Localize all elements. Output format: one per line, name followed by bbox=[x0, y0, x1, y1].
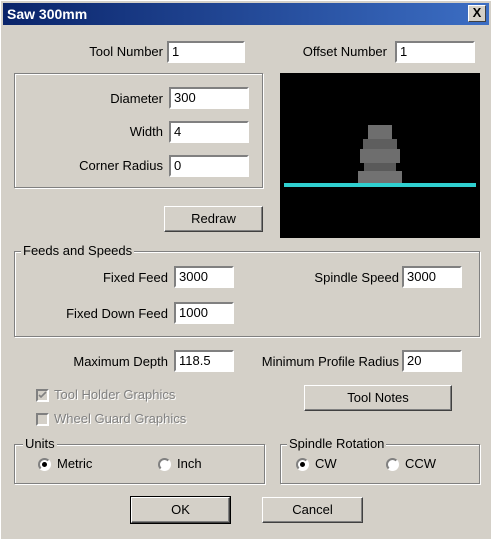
tool-holder-graphics-label: Tool Holder Graphics bbox=[54, 387, 176, 402]
saw-blade-graphic bbox=[284, 125, 476, 187]
diameter-field[interactable]: 300 bbox=[169, 87, 249, 109]
redraw-button[interactable]: Redraw bbox=[164, 206, 263, 232]
holder-body bbox=[360, 149, 400, 163]
feeds-speeds-title: Feeds and Speeds bbox=[21, 243, 135, 258]
fixed-down-feed-field[interactable]: 1000 bbox=[174, 302, 234, 324]
close-button[interactable]: X bbox=[468, 5, 486, 22]
min-profile-radius-label: Minimum Profile Radius bbox=[261, 354, 399, 369]
cancel-button[interactable]: Cancel bbox=[262, 497, 363, 523]
ccw-radio[interactable] bbox=[386, 458, 399, 471]
max-depth-field[interactable]: 118.5 bbox=[174, 350, 234, 372]
close-icon: X bbox=[472, 5, 482, 20]
tool-holder-graphics-checkbox[interactable] bbox=[36, 389, 49, 402]
corner-radius-field[interactable]: 0 bbox=[169, 155, 249, 177]
ok-button[interactable]: OK bbox=[130, 496, 231, 524]
holder-collar bbox=[363, 139, 397, 149]
spindle-speed-label: Spindle Speed bbox=[314, 270, 399, 285]
metric-label: Metric bbox=[57, 456, 93, 471]
tool-number-label: Tool Number bbox=[89, 44, 163, 59]
fixed-down-feed-label: Fixed Down Feed bbox=[66, 306, 168, 321]
fixed-feed-field[interactable]: 3000 bbox=[174, 266, 234, 288]
holder-base bbox=[358, 171, 402, 183]
check-icon bbox=[38, 391, 47, 399]
title-bar[interactable]: Saw 300mm X bbox=[3, 3, 489, 25]
offset-number-label: Offset Number bbox=[302, 44, 387, 59]
cw-radio[interactable] bbox=[296, 458, 309, 471]
holder-lower bbox=[364, 163, 396, 171]
metric-radio[interactable] bbox=[38, 458, 51, 471]
diameter-label: Diameter bbox=[110, 91, 163, 106]
window-title: Saw 300mm bbox=[7, 6, 88, 22]
ccw-label: CCW bbox=[405, 456, 437, 471]
feeds-speeds-group bbox=[14, 251, 480, 337]
cw-label: CW bbox=[315, 456, 337, 471]
holder-top bbox=[368, 125, 392, 139]
corner-radius-label: Corner Radius bbox=[79, 158, 163, 173]
min-profile-radius-field[interactable]: 20 bbox=[402, 350, 462, 372]
tool-dialog: Saw 300mm X Tool Number 1 Offset Number … bbox=[0, 0, 492, 540]
inch-label: Inch bbox=[177, 456, 202, 471]
saw-blade bbox=[284, 183, 476, 187]
inch-radio[interactable] bbox=[158, 458, 171, 471]
spindle-speed-field[interactable]: 3000 bbox=[402, 266, 462, 288]
width-field[interactable]: 4 bbox=[169, 121, 249, 143]
selected-dot bbox=[300, 462, 305, 467]
max-depth-label: Maximum Depth bbox=[73, 354, 168, 369]
tool-number-field[interactable]: 1 bbox=[167, 41, 245, 63]
tool-notes-button[interactable]: Tool Notes bbox=[304, 385, 452, 411]
wheel-guard-graphics-label: Wheel Guard Graphics bbox=[54, 411, 187, 426]
tool-preview bbox=[280, 73, 480, 238]
fixed-feed-label: Fixed Feed bbox=[102, 270, 168, 285]
spindle-rotation-title: Spindle Rotation bbox=[287, 436, 387, 451]
selected-dot bbox=[42, 462, 47, 467]
wheel-guard-graphics-checkbox[interactable] bbox=[36, 413, 49, 426]
units-title: Units bbox=[23, 436, 57, 451]
offset-number-field[interactable]: 1 bbox=[395, 41, 475, 63]
width-label: Width bbox=[129, 124, 163, 139]
